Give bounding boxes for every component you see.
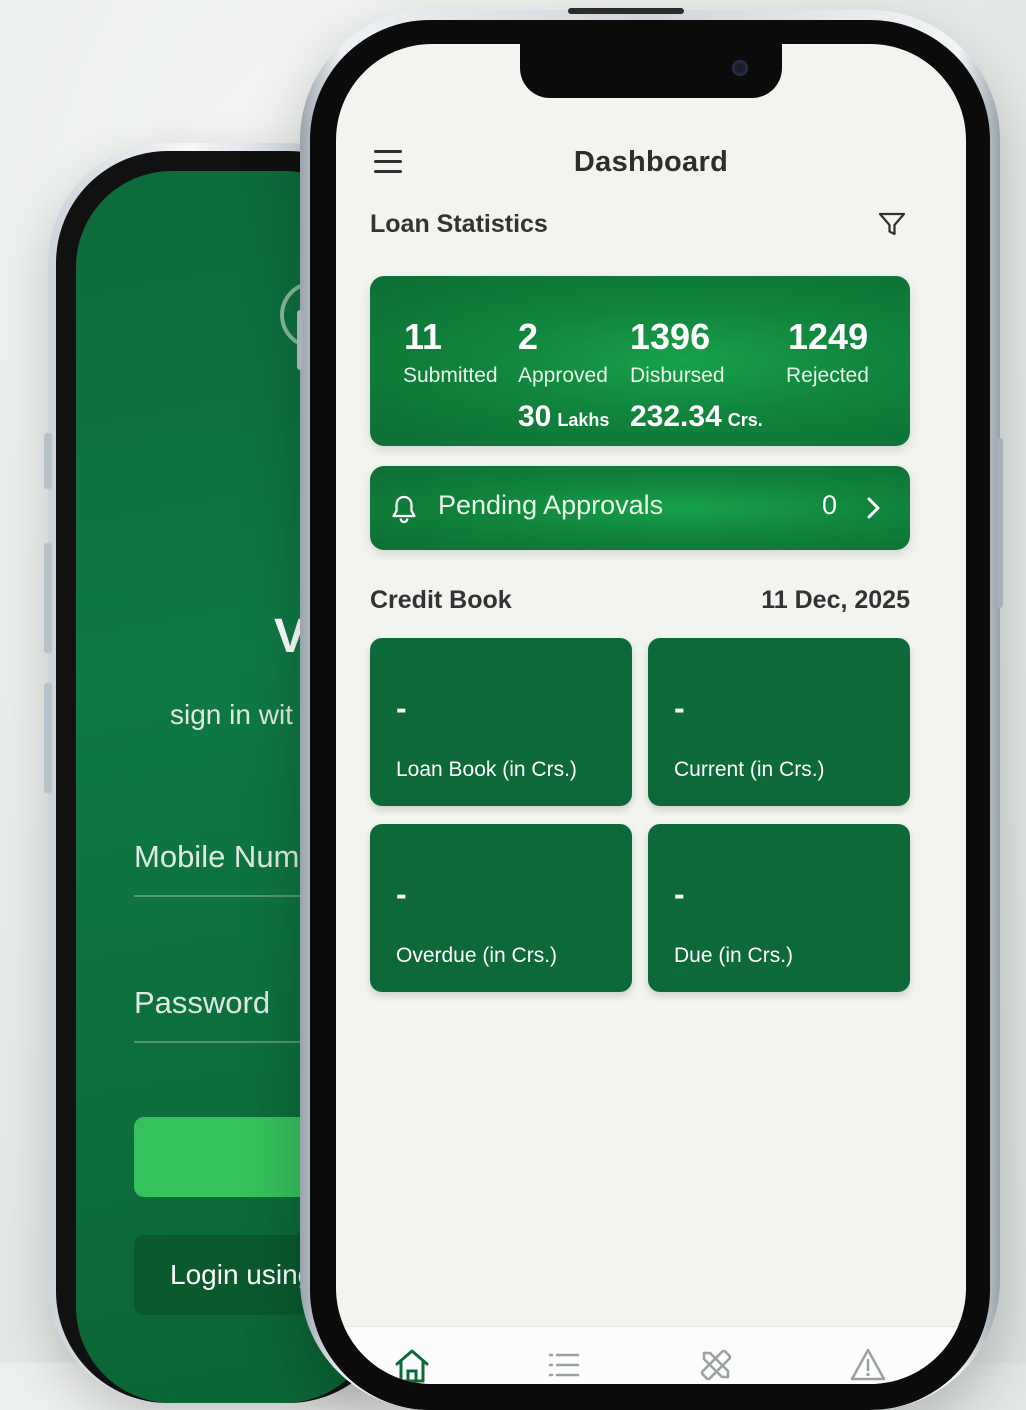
notch — [520, 44, 782, 98]
speaker — [568, 8, 684, 14]
side-button — [997, 438, 1003, 608]
approved-count: 2 — [518, 316, 539, 357]
pending-approvals-count: 0 — [822, 490, 838, 520]
rejected-count: 1249 — [788, 316, 869, 357]
approved-amount-value: 30 — [518, 400, 552, 433]
bottom-navigation — [336, 1326, 966, 1384]
login-subtitle: sign in wit — [170, 699, 293, 730]
page-title: Dashboard — [573, 146, 729, 178]
mobile-number-field[interactable]: Mobile Num — [134, 839, 299, 875]
alert-icon[interactable] — [848, 1345, 888, 1384]
back-phone-button — [44, 683, 52, 793]
back-phone-button — [44, 433, 52, 489]
password-field[interactable]: Password — [134, 985, 270, 1021]
loan-book-tile[interactable]: - Loan Book (in Crs.) — [370, 638, 632, 806]
loan-statistics-title: Loan Statistics — [370, 210, 548, 238]
alt-login-label: Login using — [170, 1259, 314, 1290]
front-phone: Dashboard Loan Statistics 11 Submitted 2… — [297, 8, 1003, 1410]
current-tile[interactable]: - Current (in Crs.) — [648, 638, 910, 806]
side-button — [297, 310, 303, 370]
pending-approvals-button[interactable]: Pending Approvals 0 — [370, 466, 910, 550]
credit-book-title: Credit Book — [370, 586, 512, 614]
credit-book-date: 11 Dec, 2025 — [761, 586, 910, 614]
current-label: Current (in Crs.) — [674, 758, 825, 781]
top-bar: Dashboard — [336, 134, 966, 194]
camera-icon — [732, 60, 748, 76]
disbursed-label: Disbursed — [630, 364, 725, 387]
due-tile[interactable]: - Due (in Crs.) — [648, 824, 910, 992]
bell-icon — [392, 495, 416, 524]
loan-book-value: - — [396, 690, 407, 726]
submitted-count: 11 — [404, 316, 443, 357]
disbursed-amount: 232.34 Crs. — [630, 400, 763, 434]
overdue-tile[interactable]: - Overdue (in Crs.) — [370, 824, 632, 992]
back-phone-button — [44, 543, 52, 653]
disbursed-amount-unit: Crs. — [727, 410, 763, 430]
chevron-right-icon — [867, 497, 880, 519]
rejected-label: Rejected — [786, 364, 869, 387]
current-value: - — [674, 690, 685, 726]
dashboard-screen: Dashboard Loan Statistics 11 Submitted 2… — [336, 44, 966, 1384]
loan-book-label: Loan Book (in Crs.) — [396, 758, 577, 781]
home-icon[interactable] — [392, 1345, 432, 1384]
overdue-label: Overdue (in Crs.) — [396, 944, 558, 967]
disbursed-amount-value: 232.34 — [630, 400, 722, 433]
due-label: Due (in Crs.) — [674, 944, 794, 967]
loan-statistics-card[interactable]: 11 Submitted 2 Approved 30 Lakhs 1396 Dis… — [370, 276, 910, 446]
approved-amount: 30 Lakhs — [518, 400, 609, 434]
filter-icon[interactable] — [876, 208, 908, 240]
approved-amount-unit: Lakhs — [557, 410, 610, 430]
list-icon[interactable] — [544, 1345, 584, 1384]
tools-icon[interactable] — [696, 1345, 736, 1384]
due-value: - — [674, 876, 685, 912]
submitted-label: Submitted — [403, 364, 498, 387]
pending-approvals-label: Pending Approvals — [438, 490, 664, 520]
approved-label: Approved — [518, 364, 608, 387]
disbursed-count: 1396 — [630, 316, 711, 357]
overdue-value: - — [396, 876, 407, 912]
